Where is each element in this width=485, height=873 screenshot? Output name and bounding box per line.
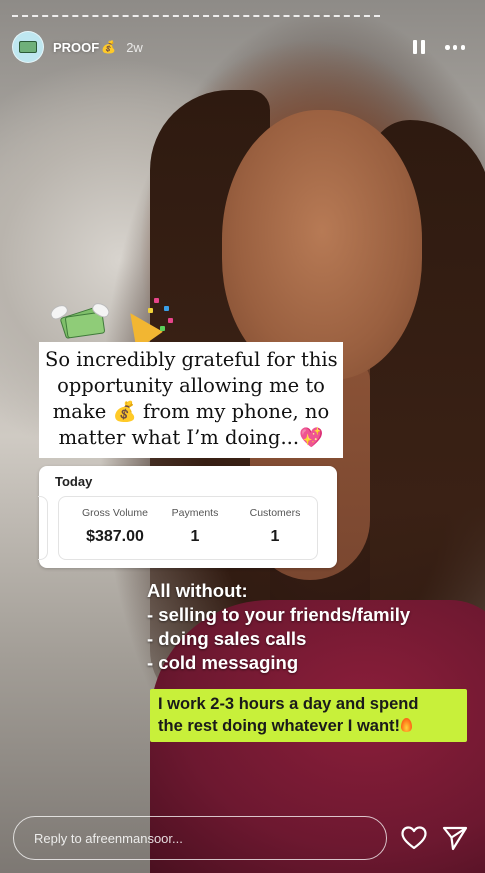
pause-icon[interactable]: [413, 40, 425, 54]
without-item: - doing sales calls: [147, 628, 307, 649]
without-heading: All without:: [147, 580, 248, 601]
stat-value: 1: [270, 528, 280, 545]
face-shape: [222, 110, 422, 380]
cash-icon: [19, 41, 37, 53]
more-options-icon[interactable]: [445, 45, 465, 50]
stat-label: Customers: [249, 507, 301, 519]
caption-line: make 💰 from my phone, no: [52, 400, 330, 423]
reply-input[interactable]: Reply to afreenmansoor...: [13, 816, 387, 860]
heart-icon[interactable]: [401, 826, 427, 850]
stats-panel: Gross Volume $387.00 Payments 1 Customer…: [58, 496, 318, 560]
highlight-text-block: I work 2-3 hours a day and spend the res…: [150, 689, 467, 742]
stat-payments: Payments 1: [159, 507, 231, 546]
story-progress-bar: [12, 15, 380, 17]
without-text-block: All without: - selling to your friends/f…: [147, 579, 410, 675]
emoji-stickers: [48, 296, 184, 351]
username[interactable]: PROOF: [53, 40, 99, 55]
stat-label: Gross Volume: [82, 507, 148, 519]
card-edge: [38, 496, 48, 560]
caption-line: So incredibly grateful for this: [45, 348, 338, 371]
highlight-line: the rest doing whatever I want!: [158, 717, 401, 735]
fire-icon: [401, 718, 413, 732]
caption-line: matter what I’m doing...💖: [58, 426, 324, 449]
stat-value: $387.00: [86, 528, 144, 545]
post-age: 2w: [126, 39, 143, 55]
caption-line: opportunity allowing me to: [57, 374, 325, 397]
stat-value: 1: [190, 528, 200, 545]
send-icon[interactable]: [442, 825, 468, 851]
card-title: Today: [55, 474, 93, 489]
reply-placeholder: Reply to afreenmansoor...: [34, 831, 183, 846]
moneybag-icon: 💰: [101, 40, 117, 54]
avatar[interactable]: [12, 31, 44, 63]
stat-label: Payments: [171, 507, 219, 519]
story-header: PROOF 💰 2w: [12, 31, 473, 63]
caption-box: So incredibly grateful for this opportun…: [39, 342, 343, 458]
highlight-line: I work 2-3 hours a day and spend: [158, 695, 419, 713]
money-with-wings-icon: [48, 300, 112, 340]
party-popper-icon: [117, 296, 176, 351]
without-item: - selling to your friends/family: [147, 604, 411, 625]
without-item: - cold messaging: [147, 652, 299, 673]
stat-gross-volume: Gross Volume $387.00: [69, 507, 161, 546]
sales-dashboard-card: Today Gross Volume $387.00 Payments 1 Cu…: [38, 466, 337, 568]
stat-customers: Customers 1: [235, 507, 315, 546]
